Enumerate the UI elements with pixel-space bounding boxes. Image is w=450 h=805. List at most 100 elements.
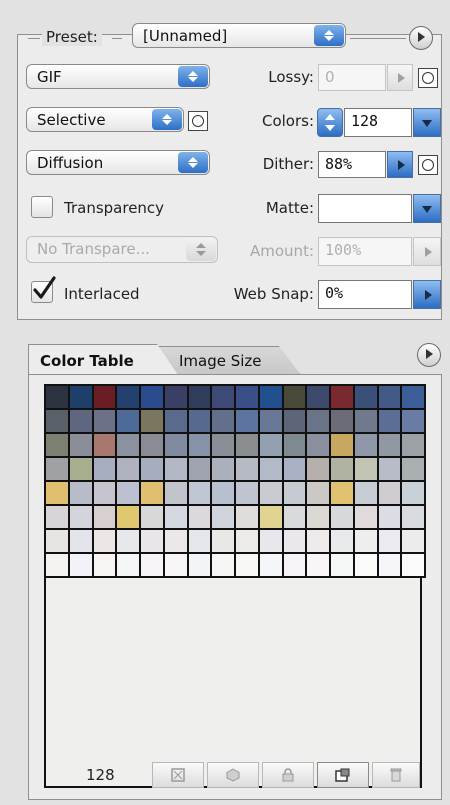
color-swatch[interactable] <box>141 458 163 480</box>
color-swatch[interactable] <box>259 530 282 552</box>
color-swatch[interactable] <box>117 458 139 480</box>
color-swatch[interactable] <box>164 434 187 456</box>
color-swatch[interactable] <box>93 506 116 528</box>
color-swatch[interactable] <box>188 410 211 432</box>
color-swatch[interactable] <box>307 482 329 504</box>
color-swatch[interactable] <box>236 506 258 528</box>
reduction-mask-icon[interactable] <box>188 111 208 131</box>
dither-mask-icon[interactable] <box>418 155 438 175</box>
color-swatch[interactable] <box>331 410 353 432</box>
color-swatch[interactable] <box>236 482 258 504</box>
color-swatch[interactable] <box>69 530 92 552</box>
matte-field[interactable] <box>318 194 412 223</box>
color-swatch[interactable] <box>212 386 234 408</box>
color-swatch[interactable] <box>307 458 329 480</box>
color-swatch[interactable] <box>46 458 68 480</box>
color-swatch[interactable] <box>378 482 401 504</box>
color-swatch[interactable] <box>331 506 353 528</box>
color-swatch[interactable] <box>307 506 329 528</box>
color-swatch[interactable] <box>236 530 258 552</box>
color-swatch[interactable] <box>69 506 92 528</box>
color-swatch[interactable] <box>212 482 234 504</box>
color-swatch[interactable] <box>331 458 353 480</box>
format-select[interactable]: GIF <box>26 64 210 89</box>
color-swatch[interactable] <box>402 530 424 552</box>
color-swatch[interactable] <box>236 386 258 408</box>
color-swatch[interactable] <box>259 434 282 456</box>
color-swatch[interactable] <box>212 530 234 552</box>
transparency-dither-select[interactable]: No Transpare... <box>26 236 218 263</box>
color-swatch[interactable] <box>236 434 258 456</box>
color-swatch[interactable] <box>69 554 92 576</box>
amount-slider-button[interactable] <box>413 237 441 266</box>
color-swatch[interactable] <box>141 386 163 408</box>
color-swatch[interactable] <box>283 386 306 408</box>
color-swatch[interactable] <box>259 554 282 576</box>
color-swatch[interactable] <box>164 554 187 576</box>
color-swatch[interactable] <box>188 482 211 504</box>
color-swatch[interactable] <box>331 482 353 504</box>
color-swatch[interactable] <box>117 386 139 408</box>
color-swatch[interactable] <box>283 554 306 576</box>
color-swatch[interactable] <box>212 410 234 432</box>
color-swatch[interactable] <box>164 386 187 408</box>
color-swatch[interactable] <box>69 482 92 504</box>
color-swatch[interactable] <box>331 434 353 456</box>
color-swatch[interactable] <box>378 530 401 552</box>
color-swatch[interactable] <box>93 434 116 456</box>
color-swatch[interactable] <box>69 458 92 480</box>
colors-stepper[interactable] <box>317 108 343 137</box>
color-swatch[interactable] <box>69 410 92 432</box>
settings-menu-button[interactable] <box>409 26 433 50</box>
color-swatch[interactable] <box>212 458 234 480</box>
color-swatch[interactable] <box>164 530 187 552</box>
color-swatch[interactable] <box>117 530 139 552</box>
color-swatch[interactable] <box>69 434 92 456</box>
color-swatch[interactable] <box>117 434 139 456</box>
interlaced-checkbox[interactable] <box>31 276 56 303</box>
color-swatch[interactable] <box>212 506 234 528</box>
color-swatch[interactable] <box>188 434 211 456</box>
color-swatch[interactable] <box>259 386 282 408</box>
color-swatch[interactable] <box>331 386 353 408</box>
color-swatch[interactable] <box>46 530 68 552</box>
color-swatch[interactable] <box>46 386 68 408</box>
color-swatch[interactable] <box>354 506 377 528</box>
color-swatch[interactable] <box>402 554 424 576</box>
color-swatch[interactable] <box>307 410 329 432</box>
color-swatch[interactable] <box>378 554 401 576</box>
color-swatch[interactable] <box>307 434 329 456</box>
color-swatch[interactable] <box>402 458 424 480</box>
lock-color-button[interactable] <box>207 762 259 788</box>
reduction-select[interactable]: Selective <box>26 107 184 132</box>
color-swatch[interactable] <box>354 434 377 456</box>
color-swatch[interactable] <box>402 482 424 504</box>
color-swatch[interactable] <box>259 506 282 528</box>
color-swatch[interactable] <box>307 386 329 408</box>
color-swatch[interactable] <box>117 506 139 528</box>
color-swatch[interactable] <box>259 410 282 432</box>
color-swatch[interactable] <box>283 458 306 480</box>
color-swatch[interactable] <box>164 458 187 480</box>
color-swatch[interactable] <box>378 410 401 432</box>
color-swatch[interactable] <box>307 530 329 552</box>
color-swatch[interactable] <box>164 506 187 528</box>
color-swatch[interactable] <box>46 434 68 456</box>
color-swatch[interactable] <box>117 410 139 432</box>
color-swatch[interactable] <box>46 554 68 576</box>
color-swatch[interactable] <box>212 434 234 456</box>
color-swatch[interactable] <box>46 410 68 432</box>
new-color-button[interactable] <box>317 762 369 788</box>
tab-color-table[interactable]: Color Table <box>28 344 178 375</box>
color-swatch[interactable] <box>283 434 306 456</box>
color-swatch[interactable] <box>354 458 377 480</box>
color-swatch[interactable] <box>331 530 353 552</box>
color-swatch[interactable] <box>93 458 116 480</box>
color-swatch[interactable] <box>188 386 211 408</box>
map-to-web-button[interactable] <box>152 762 204 788</box>
color-swatch[interactable] <box>188 530 211 552</box>
color-swatch[interactable] <box>188 458 211 480</box>
color-swatch[interactable] <box>378 434 401 456</box>
color-swatch[interactable] <box>331 554 353 576</box>
color-swatch[interactable] <box>354 530 377 552</box>
